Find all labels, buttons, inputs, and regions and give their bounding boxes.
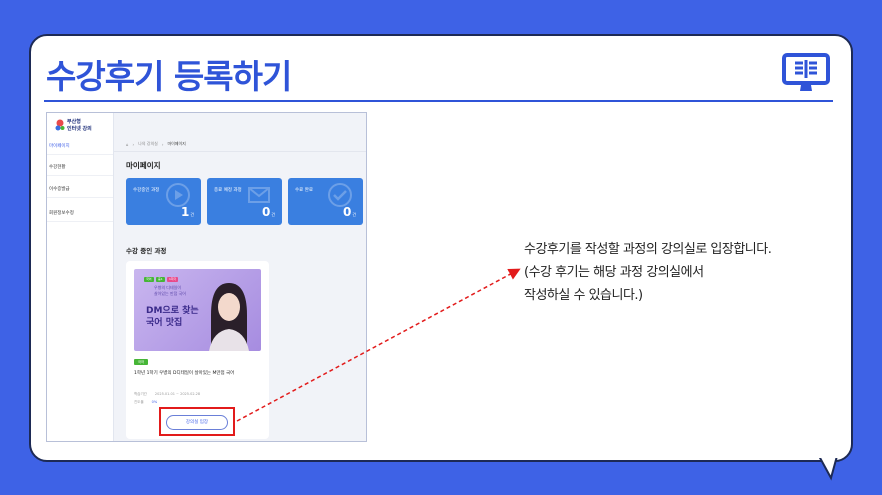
instruction-text: 수강후기를 작성할 과정의 강의실로 입장합니다. (수강 후기는 해당 과정 … [524, 238, 772, 307]
instruction-line: (수강 후기는 해당 과정 강의실에서 [524, 265, 704, 280]
instruction-line: 수강후기를 작성할 과정의 강의실로 입장합니다. [524, 242, 772, 257]
instruction-line: 작성하실 수 있습니다.) [524, 288, 643, 303]
